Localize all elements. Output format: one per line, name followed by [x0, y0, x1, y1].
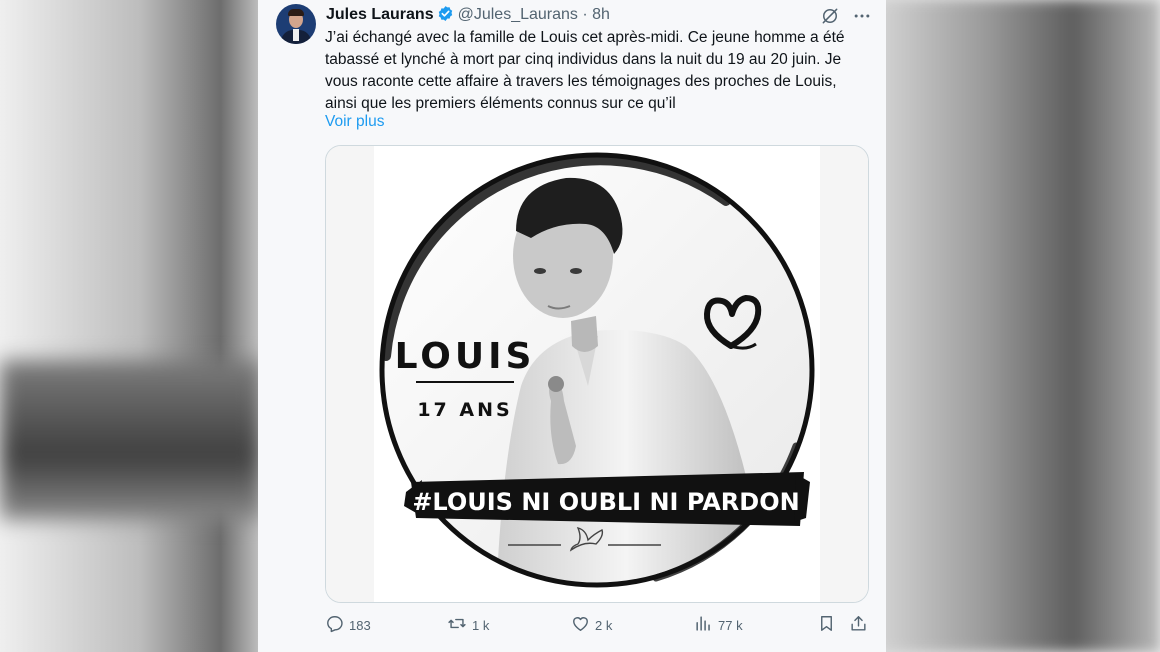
share-button[interactable] [849, 614, 868, 636]
like-count: 2 k [595, 617, 613, 633]
share-icon [849, 614, 868, 636]
media-age-label: 17 ANS [417, 399, 512, 421]
author-name[interactable]: Jules Laurans [326, 6, 434, 23]
reply-button[interactable]: 183 [325, 614, 371, 636]
background-right-blur [870, 0, 1160, 652]
tweet-media[interactable]: LOUIS 17 ANS #LOUIS NI OUBLI NI PARDON [325, 145, 869, 603]
separator-dot: · [582, 6, 588, 23]
views-icon [694, 614, 713, 636]
bookmark-icon [817, 614, 836, 636]
verified-badge-icon [437, 5, 454, 27]
tweet-header: Jules Laurans @Jules_Laurans · 8h [326, 5, 610, 27]
reply-count: 183 [349, 617, 371, 633]
show-more-link[interactable]: Voir plus [325, 113, 384, 131]
repost-count: 1 k [472, 617, 490, 633]
tweet-time[interactable]: 8h [592, 6, 610, 23]
media-hashtag: #LOUIS NI OUBLI NI PARDON [412, 488, 799, 516]
bookmark-button[interactable] [817, 614, 836, 636]
background-left-blur [0, 360, 260, 520]
repost-button[interactable]: 1 k [447, 614, 489, 636]
views-button[interactable]: 77 k [694, 614, 743, 636]
tweet-card[interactable]: Jules Laurans @Jules_Laurans · 8h J’ai éc… [258, 0, 886, 652]
action-bar: 183 1 k 2 k 77 k [325, 614, 873, 638]
repost-icon [447, 614, 467, 636]
like-icon [571, 614, 590, 636]
like-button[interactable]: 2 k [571, 614, 612, 636]
tweet-text: J’ai échangé avec la famille de Louis ce… [325, 29, 845, 112]
author-handle[interactable]: @Jules_Laurans [458, 6, 578, 23]
media-name-label: LOUIS [395, 336, 536, 377]
reply-icon [325, 614, 344, 636]
avatar[interactable] [276, 4, 316, 44]
views-count: 77 k [718, 617, 743, 633]
